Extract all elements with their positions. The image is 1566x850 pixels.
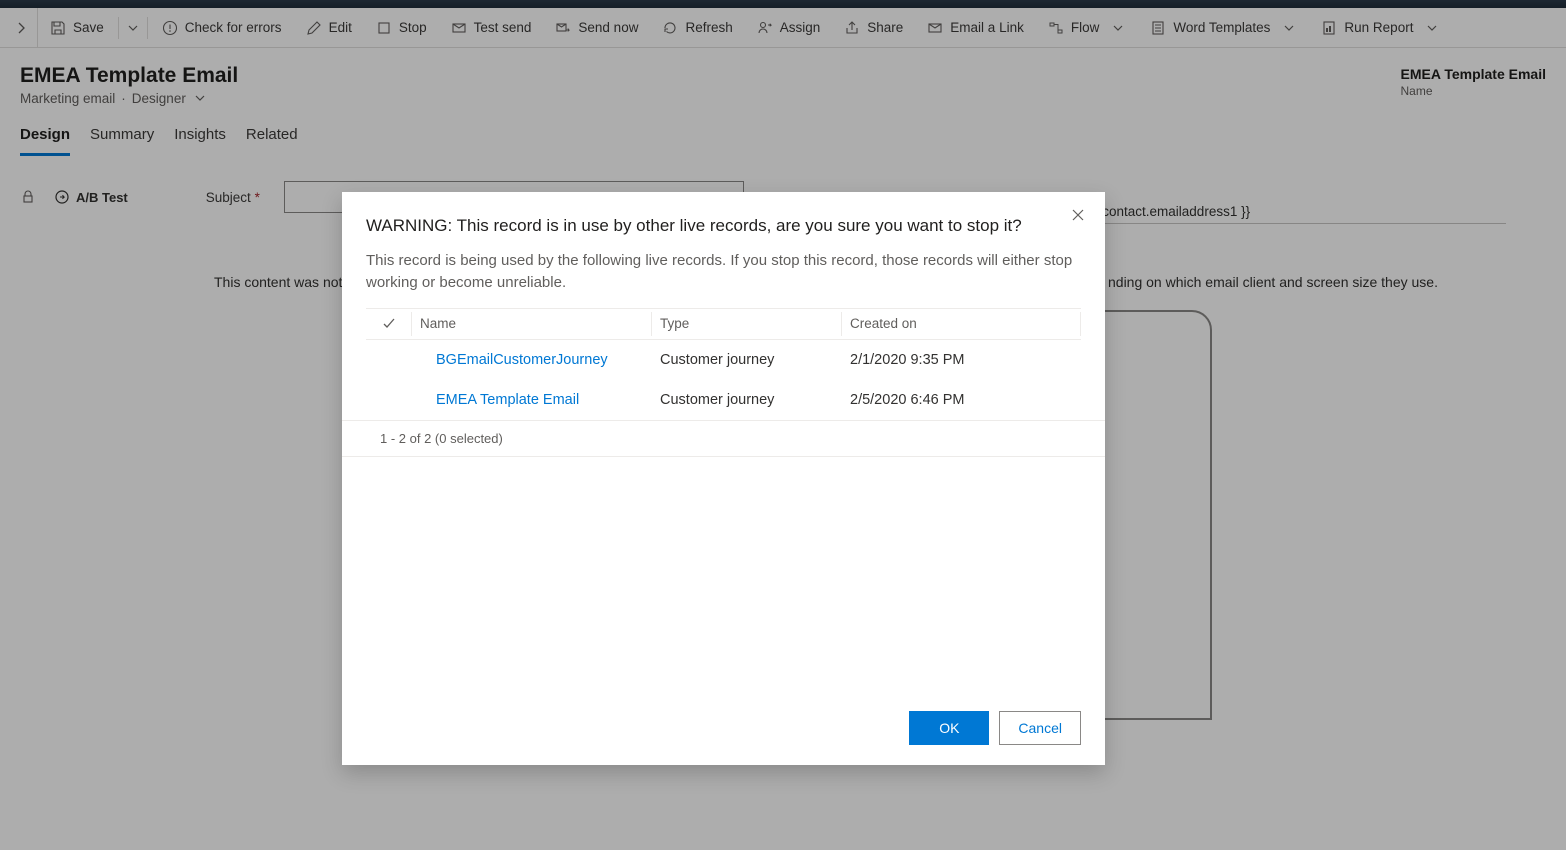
column-created[interactable]: Created on — [842, 312, 1081, 336]
grid-header: Name Type Created on — [366, 308, 1081, 340]
cancel-button[interactable]: Cancel — [999, 711, 1081, 745]
dependencies-grid: Name Type Created on BGEmailCustomerJour… — [342, 308, 1105, 420]
dialog-body: This record is being used by the followi… — [342, 250, 1105, 294]
row-name-link[interactable]: EMEA Template Email — [412, 388, 652, 412]
grid-footer: 1 - 2 of 2 (0 selected) — [342, 420, 1105, 457]
grid-row[interactable]: BGEmailCustomerJourney Customer journey … — [366, 340, 1081, 380]
row-type: Customer journey — [652, 348, 842, 372]
row-name-link[interactable]: BGEmailCustomerJourney — [412, 348, 652, 372]
row-type: Customer journey — [652, 388, 842, 412]
ok-button[interactable]: OK — [909, 711, 989, 745]
close-button[interactable] — [1071, 208, 1085, 225]
row-created: 2/1/2020 9:35 PM — [842, 348, 1081, 372]
dialog-actions: OK Cancel — [342, 711, 1105, 745]
column-type[interactable]: Type — [652, 312, 842, 336]
stop-warning-dialog: WARNING: This record is in use by other … — [342, 192, 1105, 765]
dialog-title: WARNING: This record is in use by other … — [342, 216, 1105, 250]
select-all-checkbox[interactable] — [366, 312, 412, 336]
grid-row[interactable]: EMEA Template Email Customer journey 2/5… — [366, 380, 1081, 420]
column-name[interactable]: Name — [412, 312, 652, 336]
row-created: 2/5/2020 6:46 PM — [842, 388, 1081, 412]
